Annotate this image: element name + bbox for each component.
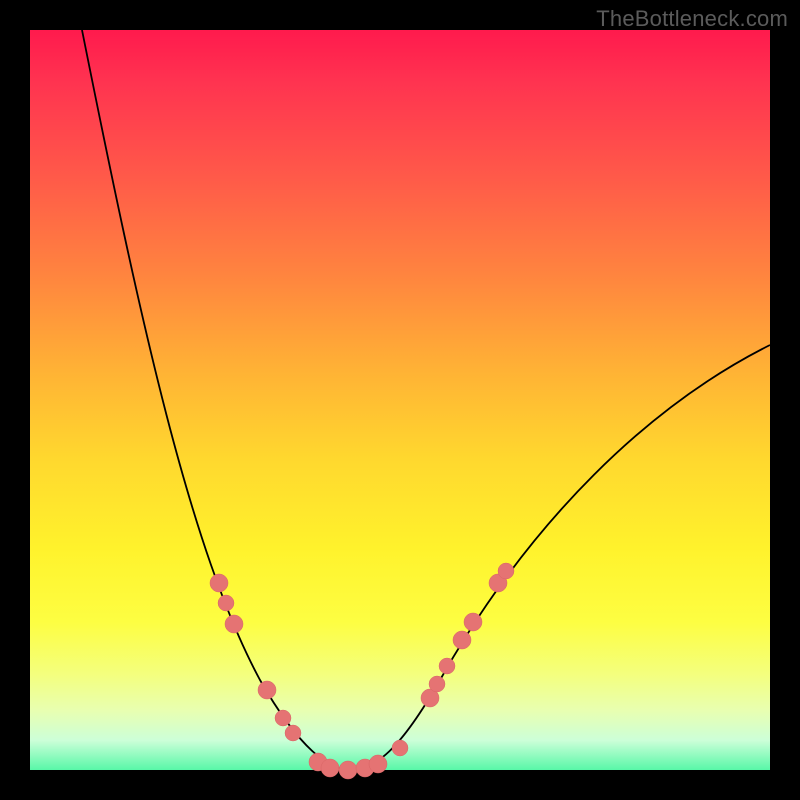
data-dot [453, 631, 471, 649]
watermark-label: TheBottleneck.com [596, 6, 788, 32]
data-dot [392, 740, 408, 756]
data-dot [339, 761, 357, 779]
data-dot [369, 755, 387, 773]
data-dot [464, 613, 482, 631]
data-dot [210, 574, 228, 592]
data-dot [218, 595, 234, 611]
data-dot [258, 681, 276, 699]
data-dot [498, 563, 514, 579]
data-dot [275, 710, 291, 726]
data-dot [429, 676, 445, 692]
data-dot [321, 759, 339, 777]
chart-area [30, 30, 770, 770]
data-dot [225, 615, 243, 633]
bottleneck-curve [82, 30, 770, 770]
data-dot [439, 658, 455, 674]
bottleneck-plot [30, 30, 770, 770]
data-dot [285, 725, 301, 741]
